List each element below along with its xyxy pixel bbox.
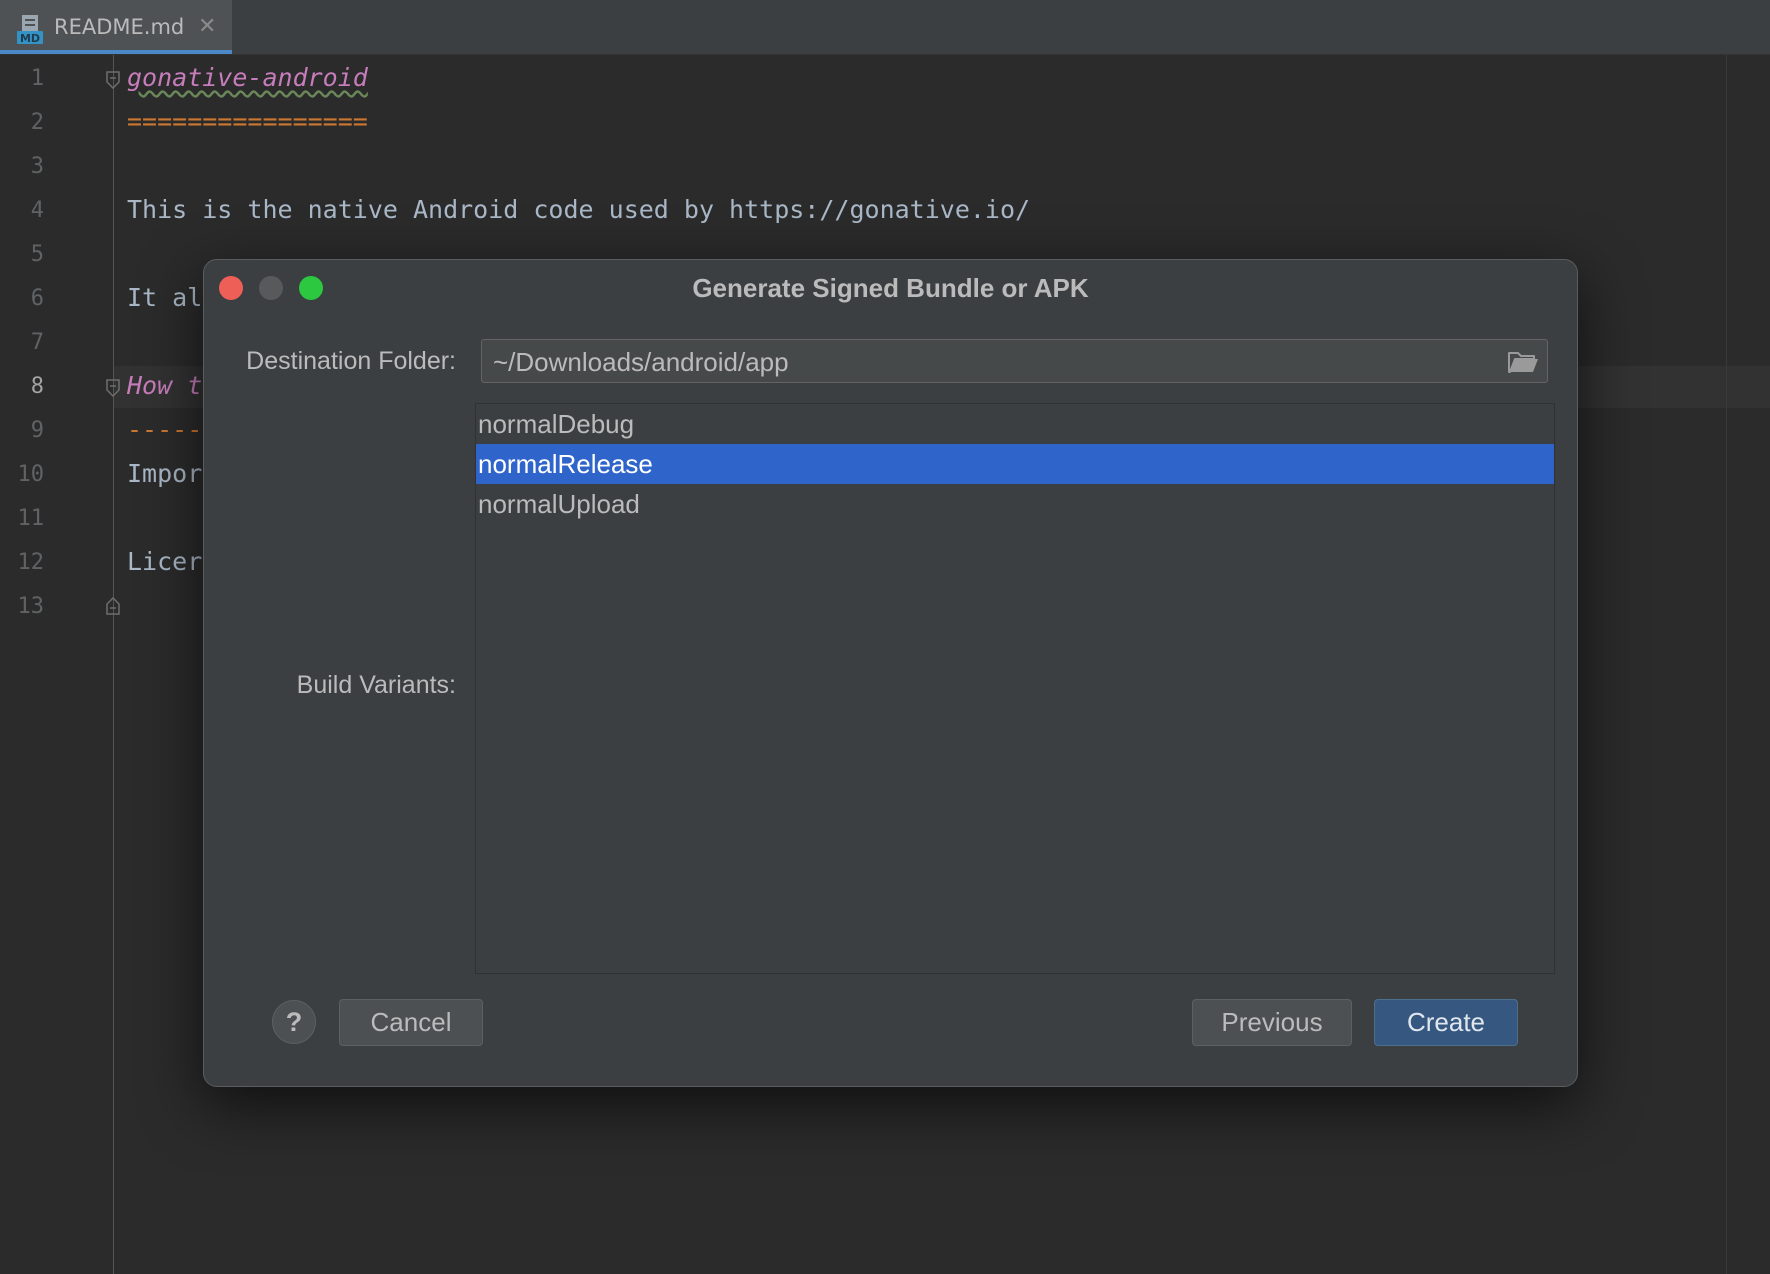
dialog-title: Generate Signed Bundle or APK — [692, 273, 1089, 303]
line-number: 9 — [30, 418, 44, 443]
help-button[interactable]: ? — [272, 1000, 316, 1044]
line-number: 3 — [30, 154, 44, 179]
destination-folder-label: Destination Folder: — [246, 347, 456, 375]
build-variants-list[interactable]: normalDebug normalRelease normalUpload — [475, 403, 1555, 974]
code-line-9: ----- — [127, 415, 203, 444]
build-variants-label: Build Variants: — [296, 671, 456, 699]
code-line-12: Licer — [127, 547, 203, 576]
list-item[interactable]: normalDebug — [476, 404, 1554, 444]
editor-tab-bar: MD README.md ✕ — [0, 0, 1770, 55]
code-line-10: Impor — [127, 459, 203, 488]
line-number: 12 — [17, 550, 45, 575]
line-number: 6 — [30, 286, 44, 311]
code-line-6: It al — [127, 283, 203, 312]
line-number-current: 8 — [30, 374, 44, 399]
close-icon[interactable]: ✕ — [198, 14, 216, 39]
line-number: 13 — [17, 594, 45, 619]
line-number: 7 — [30, 330, 44, 355]
fold-marker-icon[interactable] — [106, 71, 120, 89]
cancel-button[interactable]: Cancel — [339, 999, 483, 1046]
generate-signed-bundle-dialog: Generate Signed Bundle or APK Destinatio… — [203, 259, 1578, 1087]
list-item[interactable]: normalUpload — [476, 484, 1554, 524]
tab-readme[interactable]: MD README.md ✕ — [0, 0, 232, 54]
create-button[interactable]: Create — [1374, 999, 1518, 1046]
code-line-1: gonative-android — [127, 63, 368, 92]
right-margin-guide — [1726, 55, 1727, 1274]
code-line-4: This is the native Android code used by … — [127, 195, 1031, 224]
code-line-8: How t — [127, 371, 203, 400]
code-heading-text: gonative-android — [127, 63, 368, 92]
line-number: 1 — [30, 66, 44, 91]
destination-folder-value: ~/Downloads/android/app — [493, 347, 789, 377]
destination-folder-field[interactable]: ~/Downloads/android/app — [481, 339, 1548, 383]
svg-text:MD: MD — [20, 32, 40, 45]
line-number: 10 — [17, 462, 45, 487]
fold-marker-icon[interactable] — [106, 379, 120, 397]
line-number: 4 — [30, 198, 44, 223]
previous-button[interactable]: Previous — [1192, 999, 1352, 1046]
folder-open-icon[interactable] — [1507, 349, 1539, 375]
gutter-divider — [113, 55, 114, 1274]
line-number: 5 — [30, 242, 44, 267]
fold-end-marker-icon[interactable] — [106, 597, 120, 615]
line-number: 11 — [17, 506, 45, 531]
code-line-2: ================ — [127, 107, 368, 136]
markdown-file-icon: MD — [17, 15, 43, 45]
line-number: 2 — [30, 110, 44, 135]
list-item-selected[interactable]: normalRelease — [476, 444, 1554, 484]
tab-label: README.md — [54, 15, 185, 39]
